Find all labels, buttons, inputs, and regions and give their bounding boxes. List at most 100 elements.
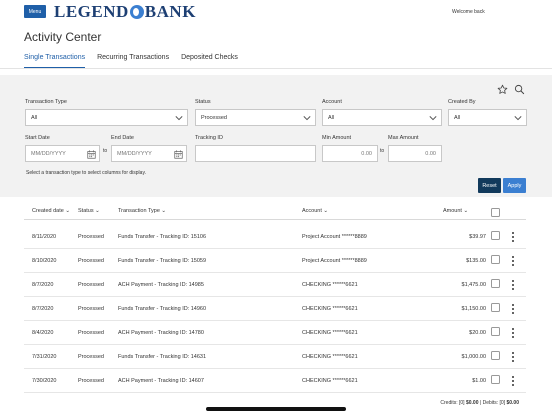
transaction-type-select[interactable]: All (25, 109, 188, 126)
tab-single-transactions[interactable]: Single Transactions (24, 54, 86, 69)
row-status: Processed (78, 306, 104, 312)
row-checkbox[interactable] (491, 327, 500, 336)
row-status: Processed (78, 282, 104, 288)
row-amount: $1.00 (472, 378, 486, 384)
row-transaction-type[interactable]: Funds Transfer - Tracking ID: 15106 (118, 234, 206, 240)
row-status: Processed (78, 330, 104, 336)
bank-logo: LEGEND BANK (54, 2, 196, 22)
totals-separator: | (479, 400, 482, 406)
apply-button[interactable]: Apply (503, 178, 526, 193)
sort-icon: ⌄ (463, 208, 469, 214)
row-transaction-type[interactable]: ACH Payment - Tracking ID: 14607 (118, 378, 204, 384)
transaction-type-label: Transaction Type (25, 99, 67, 105)
account-select[interactable]: All (322, 109, 442, 126)
end-date-label: End Date (111, 135, 134, 141)
column-created-date[interactable]: Created date ⌄ (32, 208, 70, 214)
calendar-icon[interactable] (87, 150, 96, 159)
menu-button[interactable]: Menu (24, 5, 46, 18)
sort-icon: ⌄ (65, 208, 70, 214)
sort-icon: ⌄ (323, 208, 329, 214)
home-indicator (206, 407, 346, 411)
row-checkbox[interactable] (491, 303, 500, 312)
column-transaction-type[interactable]: Transaction Type ⌄ (118, 208, 166, 214)
column-amount[interactable]: Amount ⌄ (443, 208, 468, 214)
search-icon[interactable] (513, 83, 525, 95)
page-title: Activity Center (24, 30, 102, 44)
row-amount: $1,000.00 (461, 354, 486, 360)
star-icon[interactable] (496, 83, 508, 95)
max-amount-input[interactable]: 0.00 (388, 145, 442, 162)
top-bar: Menu LEGEND BANK Welcome back (0, 0, 552, 26)
tab-deposited-checks[interactable]: Deposited Checks (181, 54, 238, 69)
reset-button[interactable]: Reset (478, 178, 501, 193)
table-row: 8/7/2020 Processed ACH Payment - Trackin… (24, 273, 526, 297)
table-row: 8/4/2020 Processed ACH Payment - Trackin… (24, 321, 526, 345)
kebab-menu-icon[interactable] (510, 351, 516, 363)
debits-label: Debits: [0] (482, 400, 506, 406)
row-transaction-type[interactable]: ACH Payment - Tracking ID: 14985 (118, 282, 204, 288)
calendar-icon[interactable] (174, 150, 183, 159)
account-label: Account (322, 99, 342, 105)
table-row: 8/10/2020 Processed Funds Transfer - Tra… (24, 249, 526, 273)
status-select[interactable]: Processed (195, 109, 316, 126)
row-amount: $135.00 (466, 258, 486, 264)
created-by-value: All (454, 114, 461, 121)
row-transaction-type[interactable]: Funds Transfer - Tracking ID: 15059 (118, 258, 206, 264)
table-row: 7/30/2020 Processed ACH Payment - Tracki… (24, 369, 526, 393)
row-transaction-type[interactable]: Funds Transfer - Tracking ID: 14960 (118, 306, 206, 312)
row-date: 7/30/2020 (32, 378, 57, 384)
row-checkbox[interactable] (491, 279, 500, 288)
sort-icon: ⌄ (161, 208, 167, 214)
row-checkbox[interactable] (491, 255, 500, 264)
tracking-id-input[interactable] (195, 145, 316, 162)
row-checkbox[interactable] (491, 351, 500, 360)
row-amount: $20.00 (469, 330, 486, 336)
row-date: 8/11/2020 (32, 234, 57, 240)
min-amount-input[interactable]: 0.00 (322, 145, 378, 162)
chevron-down-icon (303, 116, 311, 121)
chevron-down-icon (429, 116, 437, 121)
min-amount-value: 0.00 (361, 150, 372, 157)
tab-recurring-transactions[interactable]: Recurring Transactions (97, 54, 169, 69)
logo-swoosh-icon (129, 5, 144, 19)
tab-bar: Single Transactions Recurring Transactio… (24, 54, 250, 69)
row-checkbox[interactable] (491, 231, 500, 240)
row-account: CHECKING ******6621 (302, 306, 358, 312)
row-transaction-type[interactable]: ACH Payment - Tracking ID: 14780 (118, 330, 204, 336)
start-date-input[interactable]: MM/DD/YYYY (25, 145, 100, 162)
row-account: Project Account ******8889 (302, 258, 367, 264)
table-row: 7/31/2020 Processed Funds Transfer - Tra… (24, 345, 526, 369)
start-date-placeholder: MM/DD/YYYY (31, 150, 66, 157)
row-checkbox[interactable] (491, 375, 500, 384)
row-amount: $1,150.00 (461, 306, 486, 312)
end-date-input[interactable]: MM/DD/YYYY (111, 145, 187, 162)
kebab-menu-icon[interactable] (510, 327, 516, 339)
table-header: Created date ⌄ Status ⌄ Transaction Type… (24, 204, 526, 220)
column-status[interactable]: Status ⌄ (78, 208, 100, 214)
kebab-menu-icon[interactable] (510, 279, 516, 291)
start-date-label: Start Date (25, 135, 50, 141)
row-account: Project Account ******8889 (302, 234, 367, 240)
row-account: CHECKING ******6621 (302, 354, 358, 360)
select-all-checkbox[interactable] (491, 208, 500, 217)
status-label: Status (195, 99, 211, 105)
totals-summary: Credits: [0] $0.00 | Debits: [0] $0.00 (440, 400, 519, 406)
amount-range-to: to (380, 148, 385, 154)
kebab-menu-icon[interactable] (510, 375, 516, 387)
transaction-type-value: All (31, 114, 38, 121)
row-date: 8/4/2020 (32, 330, 54, 336)
row-date: 8/7/2020 (32, 282, 54, 288)
status-value: Processed (201, 114, 227, 121)
row-account: CHECKING ******6621 (302, 282, 358, 288)
created-by-select[interactable]: All (448, 109, 527, 126)
kebab-menu-icon[interactable] (510, 231, 516, 243)
column-account[interactable]: Account ⌄ (302, 208, 328, 214)
row-date: 7/31/2020 (32, 354, 57, 360)
credits-label: Credits: [0] (440, 400, 465, 406)
row-status: Processed (78, 234, 104, 240)
tabs-divider (0, 68, 552, 69)
row-status: Processed (78, 258, 104, 264)
kebab-menu-icon[interactable] (510, 303, 516, 315)
kebab-menu-icon[interactable] (510, 255, 516, 267)
row-transaction-type[interactable]: Funds Transfer - Tracking ID: 14631 (118, 354, 206, 360)
